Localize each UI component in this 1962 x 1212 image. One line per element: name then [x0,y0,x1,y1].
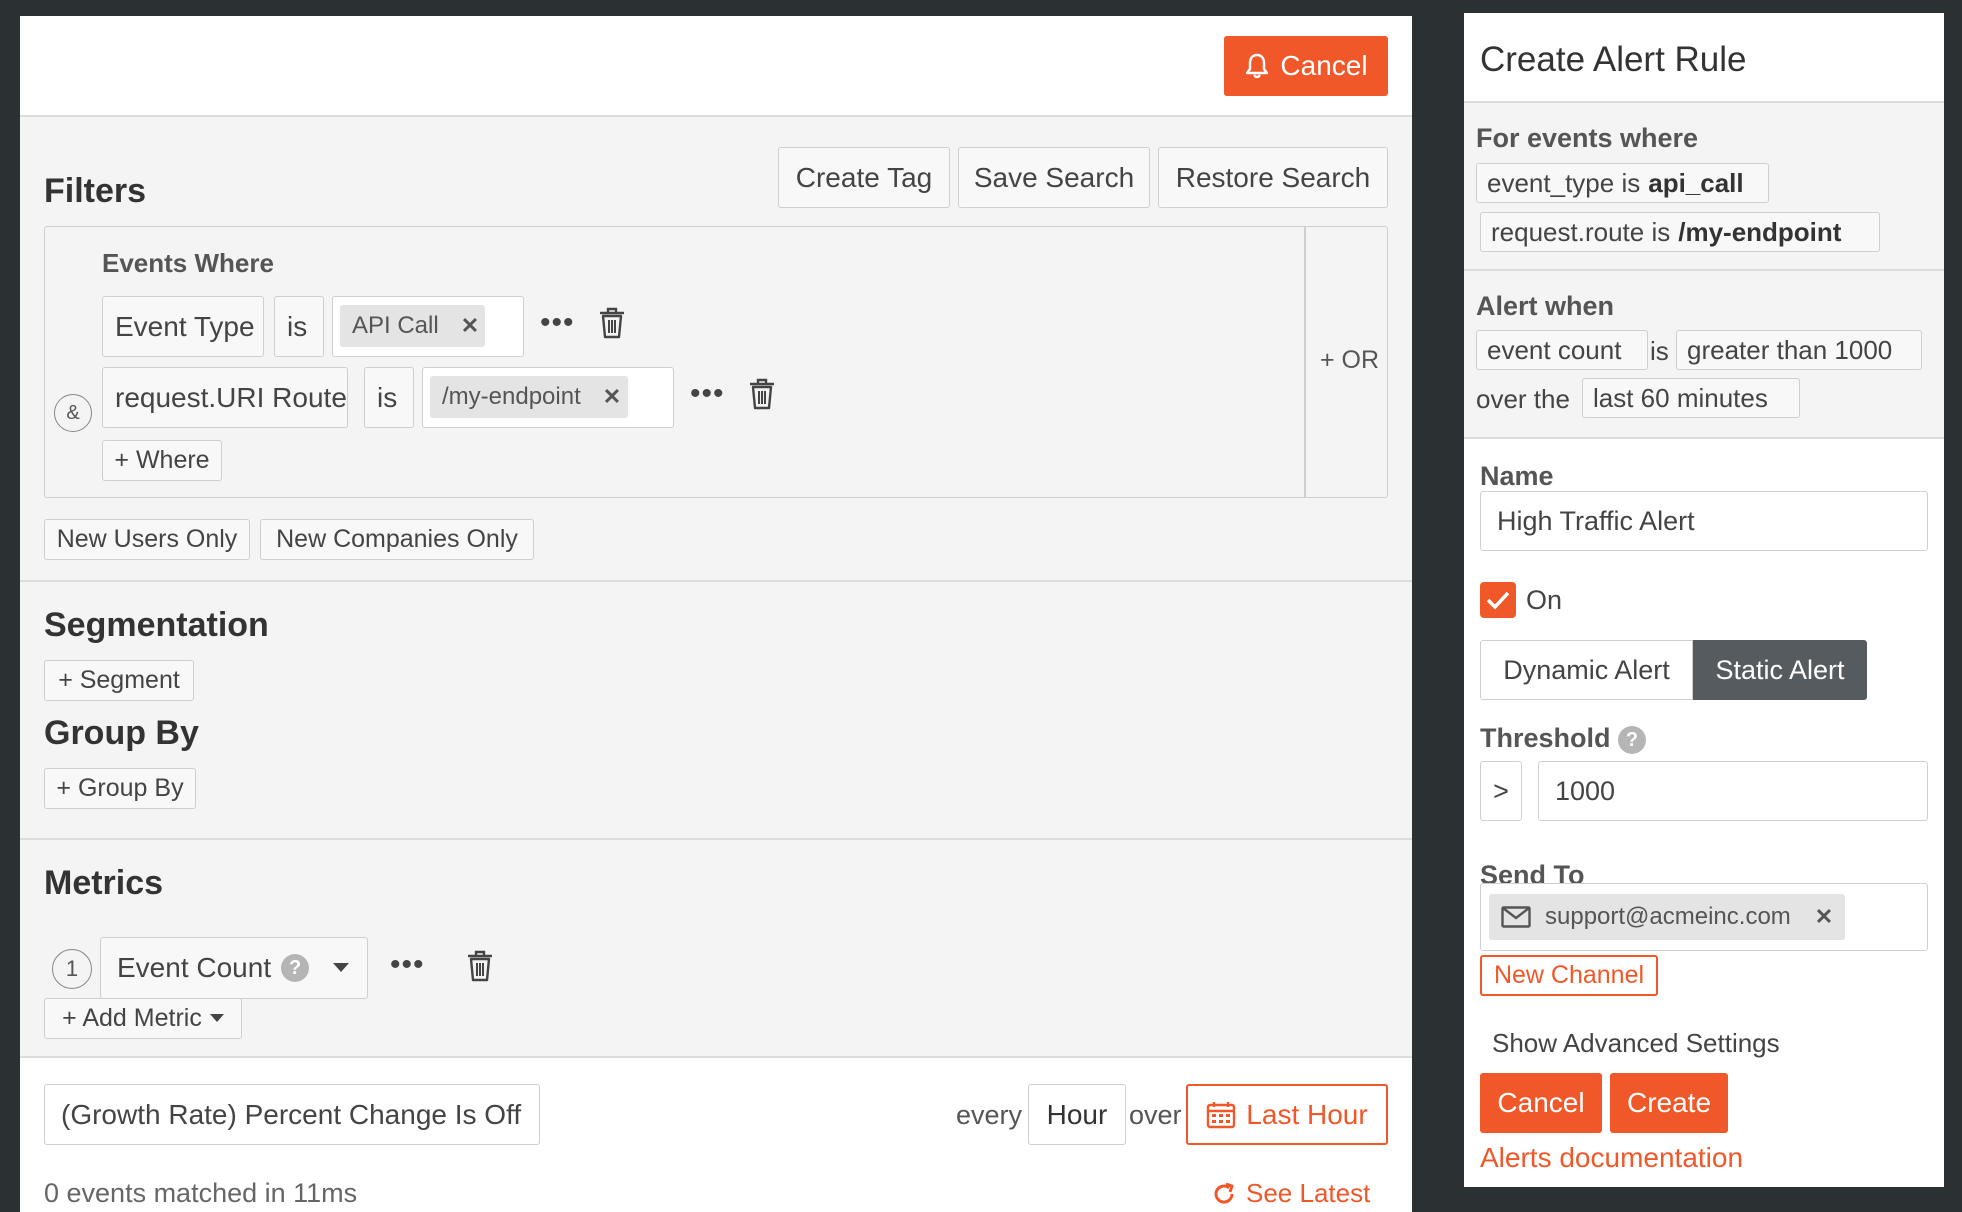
more-options-icon[interactable]: ••• [540,306,575,340]
more-options-icon[interactable]: ••• [390,948,425,982]
caret-down-icon [209,1014,224,1023]
comparison-chip: greater than 1000 [1676,330,1922,370]
filter-operator-select[interactable]: is [364,367,414,428]
events-matched-status: 0 events matched in 11ms [44,1178,358,1208]
filter-field-select[interactable]: Event Type [102,296,264,357]
interval-select[interactable]: Hour [1028,1084,1126,1145]
filter-value-tag: API Call ✕ [340,305,485,347]
query-builder-panel: Cancel Filters Create Tag Save Search Re… [20,16,1412,1212]
for-events-where-label: For events where [1476,123,1699,153]
alert-name-input[interactable] [1480,491,1928,551]
more-options-icon[interactable]: ••• [690,377,725,411]
condition-value: api_call [1648,167,1744,198]
segmentation-title: Segmentation [44,606,269,644]
calendar-icon [1206,1101,1236,1129]
alert-when-label: Alert when [1476,291,1615,321]
divider [1464,437,1944,439]
create-tag-button[interactable]: Create Tag [778,147,950,208]
metric-index: 1 [52,949,92,989]
add-metric-label: + Add Metric [62,1004,202,1032]
remove-recipient-icon[interactable]: ✕ [1815,904,1833,930]
condition-field: event_type [1487,167,1615,198]
threshold-operator-select[interactable]: > [1480,761,1522,821]
create-alert-panel: Create Alert Rule For events where event… [1464,13,1944,1187]
filter-operator-select[interactable]: is [274,296,324,357]
top-toolbar: Cancel [20,16,1412,117]
cancel-label: Cancel [1280,50,1368,81]
new-channel-button[interactable]: New Channel [1480,955,1658,996]
condition-op: is [1621,167,1641,198]
dynamic-alert-toggle[interactable]: Dynamic Alert [1480,640,1693,700]
add-where-button[interactable]: + Where [102,440,222,481]
help-icon[interactable]: ? [1618,726,1646,754]
group-by-title: Group By [44,714,199,752]
add-segment-button[interactable]: + Segment [44,660,194,701]
condition-field: request.route [1491,216,1645,247]
alert-create-button[interactable]: Create [1610,1073,1728,1133]
envelope-icon [1501,906,1531,928]
alerts-documentation-link[interactable]: Alerts documentation [1480,1142,1743,1174]
caret-down-icon [333,963,350,973]
on-checkbox[interactable] [1480,582,1516,618]
filter-value-tag: /my-endpoint ✕ [430,376,628,418]
help-icon[interactable]: ? [281,954,310,982]
threshold-input[interactable] [1538,761,1928,821]
over-the-label: over the [1476,384,1570,414]
remove-tag-icon[interactable]: ✕ [603,384,621,410]
alert-panel-title: Create Alert Rule [1480,40,1747,79]
restore-search-button[interactable]: Restore Search [1158,147,1388,208]
time-range-label: Last Hour [1246,1098,1368,1130]
condition-op: is [1651,216,1671,247]
filter-value-text: /my-endpoint [442,383,581,410]
divider [20,1056,1412,1058]
alert-cancel-button[interactable]: Cancel [1480,1073,1602,1133]
metrics-title: Metrics [44,864,164,902]
add-metric-button[interactable]: + Add Metric [44,998,242,1039]
filter-field-select[interactable]: request.URI Route [102,367,348,428]
delete-filter-icon[interactable] [748,378,776,410]
bell-icon [1244,52,1270,80]
refresh-icon [1212,1182,1236,1206]
see-latest-label: See Latest [1246,1178,1371,1208]
is-label: is [1650,336,1669,366]
on-label: On [1526,585,1563,615]
add-or-button[interactable]: + OR [1320,346,1379,375]
show-advanced-settings-link[interactable]: Show Advanced Settings [1492,1028,1780,1059]
metric-chip: event count [1476,330,1648,370]
delete-filter-icon[interactable] [598,307,626,339]
recipient-tag: support@acmeinc.com ✕ [1489,894,1846,940]
filters-title: Filters [44,172,147,210]
remove-tag-icon[interactable]: ✕ [461,313,479,339]
new-companies-only-button[interactable]: New Companies Only [260,519,534,560]
see-latest-link[interactable]: See Latest [1212,1178,1370,1209]
condition-value: /my-endpoint [1678,216,1842,247]
recipient-email: support@acmeinc.com [1545,903,1791,930]
divider [20,838,1412,840]
condition-chip: request.route is/my-endpoint [1480,212,1880,252]
events-where-label: Events Where [102,248,274,278]
every-label: every [956,1100,1023,1130]
condition-chip: event_type is api_call [1476,163,1769,203]
metric-select[interactable]: Event Count ? [100,937,368,999]
or-divider [1304,226,1306,498]
time-range-button[interactable]: Last Hour [1186,1084,1388,1145]
name-label: Name [1480,461,1554,491]
window-chip: last 60 minutes [1582,378,1800,418]
threshold-label: Threshold [1480,723,1611,753]
and-connector[interactable]: & [54,394,92,432]
metric-label: Event Count [117,952,272,983]
add-group-by-button[interactable]: + Group By [44,768,196,809]
growth-rate-toggle[interactable]: (Growth Rate) Percent Change Is Off [44,1084,540,1145]
filter-value-text: API Call [352,312,439,339]
send-to-input[interactable]: support@acmeinc.com ✕ [1480,883,1928,951]
new-users-only-button[interactable]: New Users Only [44,519,250,560]
static-alert-toggle[interactable]: Static Alert [1693,640,1867,700]
over-label: over [1129,1100,1182,1130]
divider [20,580,1412,582]
check-icon [1486,590,1510,610]
cancel-button[interactable]: Cancel [1224,36,1388,96]
delete-metric-icon[interactable] [466,950,494,982]
save-search-button[interactable]: Save Search [958,147,1150,208]
